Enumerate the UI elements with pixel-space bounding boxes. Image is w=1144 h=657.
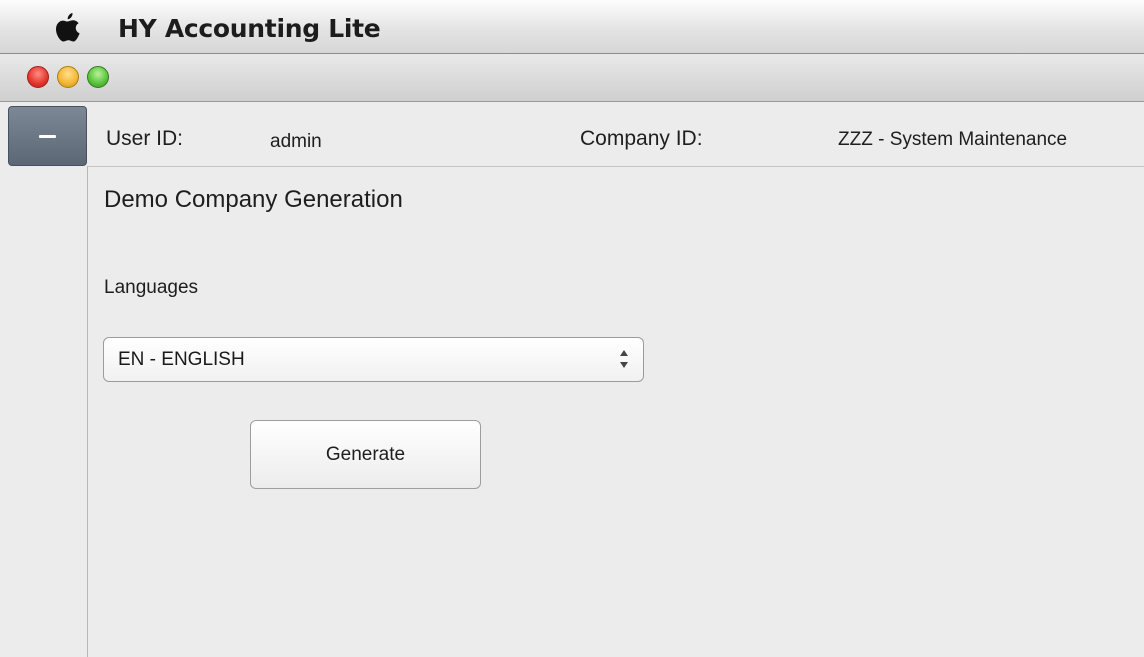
language-select[interactable]: EN - ENGLISH bbox=[103, 337, 644, 382]
company-id-label: Company ID: bbox=[580, 127, 703, 150]
app-title: HY Accounting Lite bbox=[118, 14, 381, 43]
zoom-window-button[interactable] bbox=[87, 66, 109, 88]
sidebar bbox=[0, 166, 88, 657]
page-title: Demo Company Generation bbox=[104, 186, 403, 213]
user-id-label: User ID: bbox=[106, 127, 184, 150]
close-window-button[interactable] bbox=[27, 66, 49, 88]
updown-arrows-icon bbox=[620, 350, 628, 368]
window-titlebar bbox=[0, 54, 1144, 102]
sidebar-toggle-button[interactable] bbox=[8, 106, 87, 166]
apple-icon[interactable] bbox=[52, 11, 82, 45]
company-id-value: ZZZ - System Maintenance bbox=[838, 129, 1068, 150]
header-divider bbox=[88, 166, 1144, 167]
minimize-window-button[interactable] bbox=[57, 66, 79, 88]
user-id-value: admin bbox=[270, 131, 322, 152]
menu-bar: HY Accounting Lite bbox=[0, 0, 1144, 54]
dash-icon bbox=[39, 134, 56, 138]
languages-label: Languages bbox=[104, 277, 199, 298]
language-select-value: EN - ENGLISH bbox=[118, 349, 245, 370]
generate-button[interactable]: Generate bbox=[250, 420, 481, 489]
